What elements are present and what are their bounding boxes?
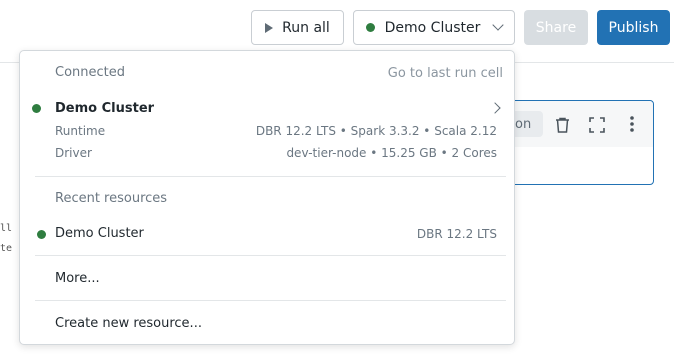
create-new-resource-item[interactable]: Create new resource...: [55, 316, 202, 331]
menu-divider: [35, 255, 506, 256]
kebab-menu-icon[interactable]: [629, 115, 635, 133]
run-all-label: Run all: [282, 19, 330, 36]
chevron-down-icon: [492, 19, 505, 31]
cluster-selector-button[interactable]: Demo Cluster: [353, 10, 515, 45]
cell-toolbar: on: [491, 101, 653, 147]
status-dot-icon: [37, 230, 46, 239]
more-menu-item[interactable]: More...: [55, 271, 100, 286]
recent-resource-name: Demo Cluster: [55, 226, 144, 241]
status-dot-icon: [32, 104, 41, 113]
cluster-selector-label: Demo Cluster: [384, 19, 481, 36]
go-to-last-run-cell-link[interactable]: Go to last run cell: [388, 66, 503, 81]
code-line: ll: [0, 223, 13, 234]
cell-chip-label: on: [515, 116, 532, 132]
connected-cluster-name: Demo Cluster: [55, 101, 155, 116]
connected-heading: Connected: [55, 65, 126, 80]
connected-cluster-item[interactable]: Demo Cluster Runtime DBR 12.2 LTS • Spar…: [20, 94, 514, 164]
code-line: te: [0, 243, 13, 254]
driver-label: Driver: [55, 146, 92, 160]
driver-value: dev-tier-node • 15.25 GB • 2 Cores: [286, 146, 497, 160]
runtime-value: DBR 12.2 LTS • Spark 3.3.2 • Scala 2.12: [255, 124, 497, 138]
run-all-button[interactable]: Run all: [251, 10, 344, 45]
share-label: Share: [535, 19, 577, 36]
publish-button[interactable]: Publish: [597, 10, 670, 45]
publish-label: Publish: [608, 19, 659, 36]
trash-icon[interactable]: [555, 117, 570, 133]
chevron-right-icon: [489, 102, 501, 114]
runtime-label: Runtime: [55, 124, 106, 138]
expand-icon[interactable]: [589, 117, 605, 133]
menu-divider: [35, 176, 506, 177]
recent-resources-heading: Recent resources: [55, 191, 168, 206]
cluster-dropdown-menu: Connected Go to last run cell Demo Clust…: [19, 50, 515, 345]
play-icon: [265, 22, 274, 33]
recent-resource-runtime: DBR 12.2 LTS: [416, 227, 497, 241]
recent-resource-item[interactable]: Demo Cluster DBR 12.2 LTS: [20, 221, 514, 249]
menu-divider: [35, 300, 506, 301]
share-button[interactable]: Share: [524, 10, 588, 45]
status-dot-icon: [365, 23, 375, 32]
